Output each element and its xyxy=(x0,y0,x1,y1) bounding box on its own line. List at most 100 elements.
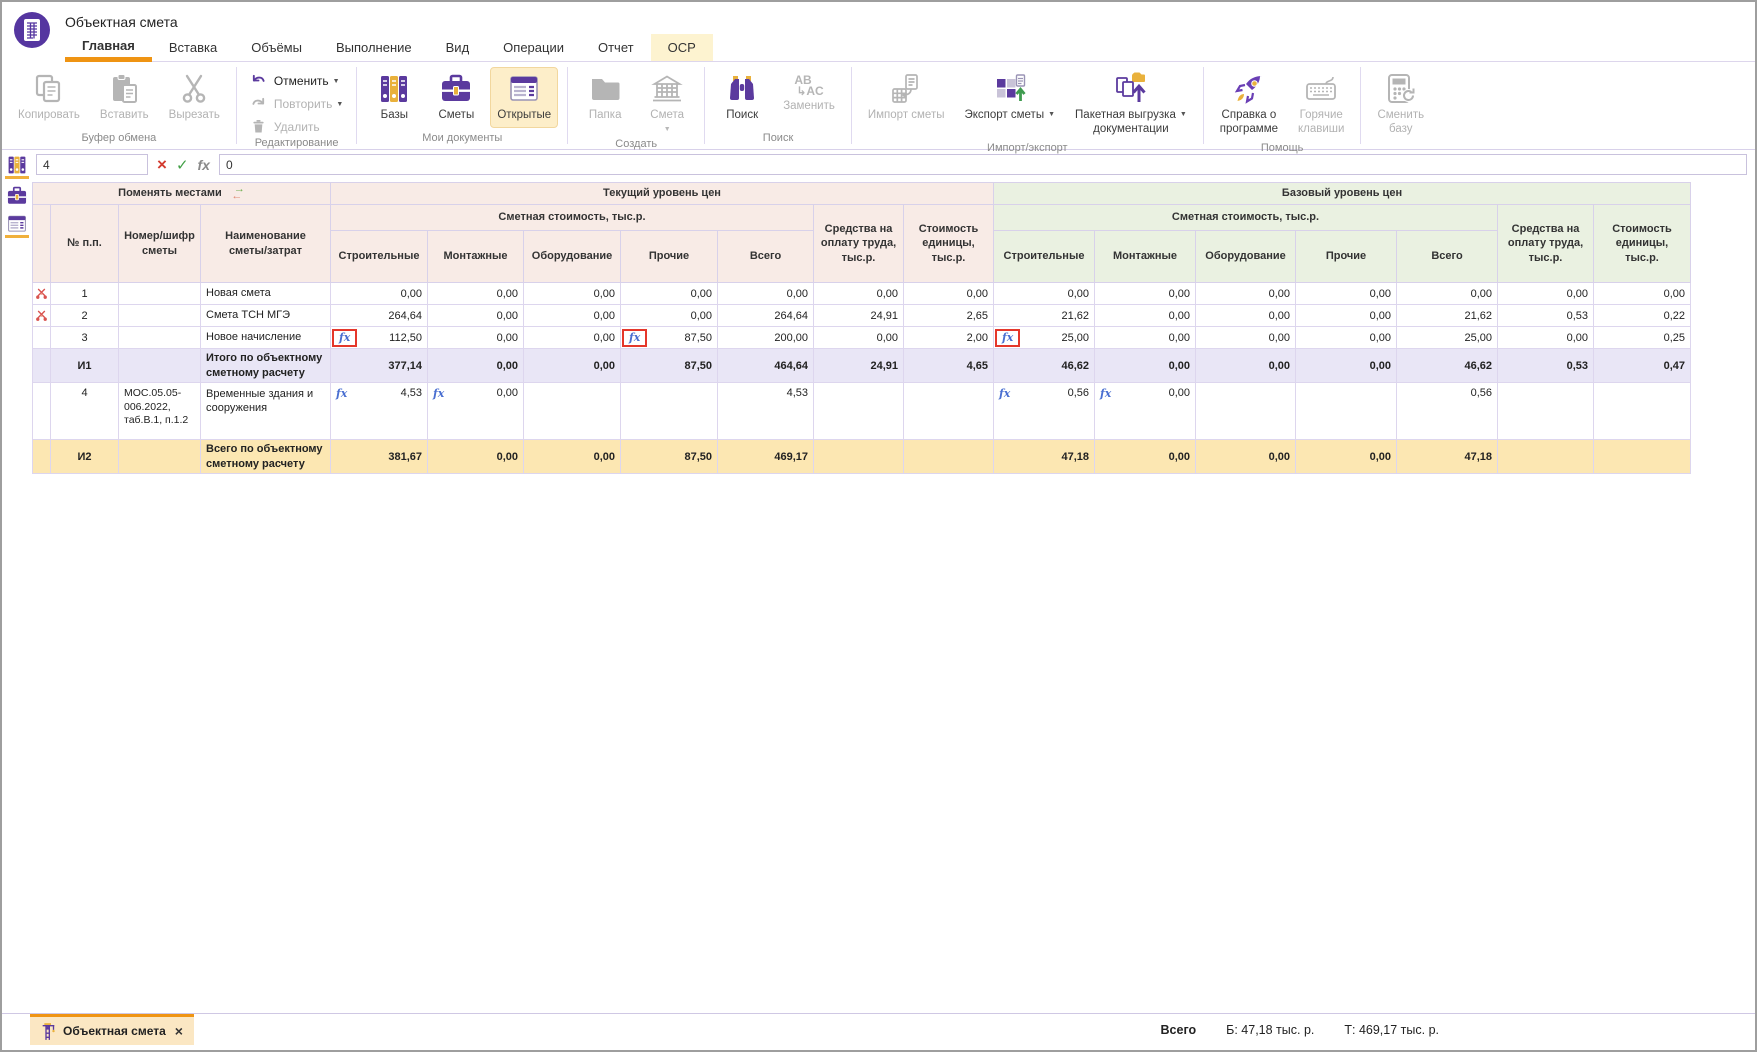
cell-name[interactable]: Всего по объектному сметному расчету xyxy=(201,440,331,474)
cell[interactable]: fx25,00 xyxy=(994,327,1095,349)
cell[interactable]: 0,00 xyxy=(1095,440,1196,474)
cell[interactable]: 4,65 xyxy=(904,349,994,383)
ribbon-tab-vstavka[interactable]: Вставка xyxy=(152,34,234,61)
cell[interactable]: 0,00 xyxy=(1095,327,1196,349)
open-documents-button[interactable]: Открытые xyxy=(490,67,558,128)
cell[interactable] xyxy=(621,383,718,440)
cell[interactable]: 0,00 xyxy=(1196,349,1296,383)
estimates-mini-button[interactable] xyxy=(5,185,29,207)
cell[interactable]: 2,65 xyxy=(904,305,994,327)
row-marker-cell[interactable] xyxy=(33,327,51,349)
change-database-button[interactable]: Сменитьбазу xyxy=(1370,67,1431,142)
cell[interactable] xyxy=(1196,383,1296,440)
cell[interactable]: 0,53 xyxy=(1498,305,1594,327)
cell-num[interactable]: И2 xyxy=(51,440,119,474)
cell[interactable]: 0,00 xyxy=(1498,327,1594,349)
cell[interactable]: fx0,00 xyxy=(1095,383,1196,440)
cell-num[interactable]: И1 xyxy=(51,349,119,383)
cell[interactable]: 0,00 xyxy=(524,283,621,305)
cell-reference-input[interactable] xyxy=(36,154,148,175)
row-marker-cell[interactable] xyxy=(33,383,51,440)
cell[interactable] xyxy=(814,383,904,440)
cell-name[interactable]: Итого по объектному сметному расчету xyxy=(201,349,331,383)
find-button[interactable]: Поиск xyxy=(714,67,770,128)
cell[interactable]: 0,00 xyxy=(1296,440,1397,474)
cell[interactable]: 0,00 xyxy=(718,283,814,305)
copy-button[interactable]: Копировать xyxy=(11,67,87,128)
cell[interactable] xyxy=(1594,440,1691,474)
cell[interactable]: 24,91 xyxy=(814,305,904,327)
cell-name[interactable]: Временные здания и сооружения xyxy=(201,383,331,440)
document-tab[interactable]: Объектная смета × xyxy=(30,1014,194,1045)
ribbon-tab-obyomy[interactable]: Объёмы xyxy=(234,34,319,61)
cell[interactable]: 200,00 xyxy=(718,327,814,349)
cell[interactable]: 46,62 xyxy=(1397,349,1498,383)
cell[interactable]: 377,14 xyxy=(331,349,428,383)
cut-button[interactable]: Вырезать xyxy=(162,67,227,128)
cell[interactable]: 0,47 xyxy=(1594,349,1691,383)
cell[interactable]: 0,00 xyxy=(814,283,904,305)
cell[interactable]: 0,00 xyxy=(1196,327,1296,349)
cell[interactable]: 0,00 xyxy=(1397,283,1498,305)
cell-num[interactable]: 3 xyxy=(51,327,119,349)
cancel-icon[interactable]: × xyxy=(157,156,167,173)
cell[interactable]: 0,00 xyxy=(621,305,718,327)
cell-num[interactable]: 2 xyxy=(51,305,119,327)
row-marker-cell[interactable] xyxy=(33,305,51,327)
cell[interactable]: 47,18 xyxy=(994,440,1095,474)
cell[interactable]: 0,00 xyxy=(428,327,524,349)
ribbon-tab-otchet[interactable]: Отчет xyxy=(581,34,651,61)
export-estimate-button[interactable]: Экспорт сметы▼ xyxy=(957,67,1062,128)
cell[interactable]: 0,00 xyxy=(1095,349,1196,383)
cell-name[interactable]: Смета ТСН МГЭ xyxy=(201,305,331,327)
undo-button[interactable]: Отменить▼ xyxy=(246,70,344,91)
cell-code[interactable] xyxy=(119,440,201,474)
cell[interactable]: 21,62 xyxy=(1397,305,1498,327)
cell[interactable]: 0,00 xyxy=(524,440,621,474)
cell[interactable] xyxy=(1498,383,1594,440)
cell[interactable]: fx87,50 xyxy=(621,327,718,349)
cell[interactable]: 0,00 xyxy=(428,440,524,474)
cell[interactable]: 0,53 xyxy=(1498,349,1594,383)
cell[interactable]: 0,22 xyxy=(1594,305,1691,327)
cell[interactable]: 0,00 xyxy=(621,283,718,305)
cell[interactable]: 0,00 xyxy=(904,283,994,305)
open-documents-mini-button[interactable] xyxy=(5,213,29,238)
cell[interactable]: 24,91 xyxy=(814,349,904,383)
row-marker-cell[interactable] xyxy=(33,440,51,474)
cell[interactable]: 46,62 xyxy=(994,349,1095,383)
cell[interactable]: 0,00 xyxy=(1594,283,1691,305)
cell[interactable]: 0,00 xyxy=(524,349,621,383)
cell[interactable] xyxy=(1296,383,1397,440)
swap-rows-icon[interactable] xyxy=(35,287,48,299)
confirm-icon[interactable]: ✓ xyxy=(176,156,189,174)
databases-mini-button[interactable] xyxy=(5,154,29,179)
ribbon-tab-vypolnenie[interactable]: Выполнение xyxy=(319,34,429,61)
ribbon-tab-operacii[interactable]: Операции xyxy=(486,34,581,61)
paste-button[interactable]: Вставить xyxy=(93,67,156,128)
cell[interactable] xyxy=(1498,440,1594,474)
cell-code[interactable] xyxy=(119,327,201,349)
cell-name[interactable]: Новое начисление xyxy=(201,327,331,349)
replace-button[interactable]: AB↳ACЗаменить xyxy=(776,67,842,119)
cell[interactable]: 0,00 xyxy=(994,283,1095,305)
cell[interactable]: 0,00 xyxy=(1196,440,1296,474)
folder-button[interactable]: Папка xyxy=(577,67,633,128)
redo-button[interactable]: Повторить▼ xyxy=(246,93,348,114)
batch-export-button[interactable]: Пакетная выгрузка▼документации xyxy=(1068,67,1194,142)
estimate-button[interactable]: Смета▼ xyxy=(639,67,695,138)
hotkeys-button[interactable]: Горячиеклавиши xyxy=(1291,67,1351,142)
cell-code[interactable] xyxy=(119,283,201,305)
cell[interactable]: fx0,56 xyxy=(994,383,1095,440)
cell[interactable]: 87,50 xyxy=(621,440,718,474)
cell[interactable]: fx112,50 xyxy=(331,327,428,349)
cell[interactable]: fx4,53 xyxy=(331,383,428,440)
delete-button[interactable]: Удалить xyxy=(246,116,324,137)
cell[interactable]: 264,64 xyxy=(718,305,814,327)
cell[interactable]: 0,00 xyxy=(1498,283,1594,305)
cell[interactable]: 0,00 xyxy=(1196,305,1296,327)
cell[interactable]: fx0,00 xyxy=(428,383,524,440)
cell[interactable]: 0,00 xyxy=(1296,327,1397,349)
cell[interactable]: 264,64 xyxy=(331,305,428,327)
swap-rows-header[interactable]: Поменять местами→← xyxy=(33,183,331,205)
